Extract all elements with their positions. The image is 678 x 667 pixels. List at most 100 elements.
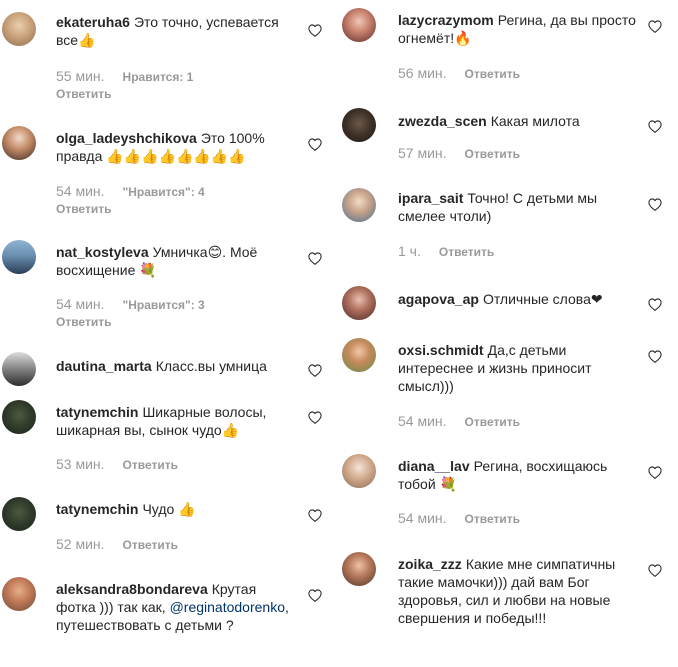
comment-item: tatynemchin Чудо 👍 52 мин. Ответить [0,497,332,557]
comment-meta: 52 мин. Ответить [56,536,322,554]
comments-column-left: ekateruha6 Это точно, успевается все👍 55 … [0,0,332,667]
comment-text: aleksandra8bondareva Крутая фотка ))) так… [56,580,298,634]
comment-item: zoika_zzz Какие мне симпатичны такие мамо… [340,552,678,652]
avatar[interactable] [342,8,376,42]
comment-username[interactable]: dautina_marta [56,358,152,374]
comment-text: nat_kostyleva Умничка😊. Моё восхищение 💐 [56,243,298,279]
comment-item: lazycrazymom Регина, да вы просто огнемёт… [340,8,678,88]
reply-link[interactable]: Ответить [465,67,520,81]
avatar[interactable] [2,126,36,160]
avatar[interactable] [342,286,376,320]
reply-link[interactable]: Ответить [123,458,178,472]
comment-meta: 56 мин. Ответить [398,65,668,83]
like-heart-icon[interactable] [648,466,662,479]
comment-meta: 1 ч. Ответить [398,243,668,261]
comment-text: ekateruha6 Это точно, успевается все👍 [56,13,298,49]
avatar[interactable] [2,400,36,434]
comment-item: ekateruha6 Это точно, успевается все👍 55 … [0,10,332,102]
reply-link[interactable]: Ответить [56,86,322,103]
reply-link[interactable]: Ответить [465,415,520,429]
comment-username[interactable]: lazycrazymom [398,12,494,28]
like-heart-icon[interactable] [308,252,322,265]
comment-meta: 54 мин. Ответить [398,413,668,431]
comment-item: tatynemchin Шикарные волосы, шикарная вы,… [0,400,332,476]
comment-username[interactable]: olga_ladeyshchikova [56,130,197,146]
avatar[interactable] [342,454,376,488]
reply-link[interactable]: Ответить [56,201,322,218]
comment-text: tatynemchin Шикарные волосы, шикарная вы,… [56,403,298,439]
reply-link[interactable]: Ответить [123,538,178,552]
comment-item: nat_kostyleva Умничка😊. Моё восхищение 💐 … [0,240,332,332]
comment-text: diana__lav Регина, восхищаюсь тобой 💐 [398,457,636,493]
comment-username[interactable]: aleksandra8bondareva [56,581,208,597]
avatar[interactable] [2,352,36,386]
comment-username[interactable]: oxsi.schmidt [398,342,484,358]
avatar[interactable] [342,188,376,222]
avatar[interactable] [2,497,36,531]
comment-username[interactable]: agapova_ap [398,291,479,307]
comment-username[interactable]: nat_kostyleva [56,244,149,260]
avatar[interactable] [342,552,376,586]
like-heart-icon[interactable] [648,298,662,311]
comment-username[interactable]: tatynemchin [56,404,138,420]
comment-time: 57 мин. [398,145,447,161]
mention-link[interactable]: @reginatodorenko [170,599,285,615]
comment-likes[interactable]: "Нравится": 4 [123,185,205,199]
like-heart-icon[interactable] [308,24,322,37]
avatar[interactable] [2,577,36,611]
comment-text: tatynemchin Чудо 👍 [56,500,298,518]
comment-item: ipara_sait Точно! С детьми мы смелее чтол… [340,186,678,266]
comment-time: 54 мин. [398,510,447,526]
comment-username[interactable]: tatynemchin [56,501,138,517]
comment-text: ipara_sait Точно! С детьми мы смелее чтол… [398,189,636,225]
like-heart-icon[interactable] [648,20,662,33]
comment-text: olga_ladeyshchikova Это 100% правда 👍👍👍👍👍… [56,129,298,165]
comment-likes[interactable]: Нравится: 1 [123,70,194,84]
comment-username[interactable]: diana__lav [398,458,470,474]
like-heart-icon[interactable] [648,564,662,577]
comment-time: 54 мин. [56,183,105,199]
like-heart-icon[interactable] [308,589,322,602]
reply-link[interactable]: Ответить [56,314,322,331]
reply-link[interactable]: Ответить [439,245,494,259]
like-heart-icon[interactable] [308,411,322,424]
avatar[interactable] [2,240,36,274]
avatar[interactable] [342,338,376,372]
comment-item: diana__lav Регина, восхищаюсь тобой 💐 54 … [340,454,678,534]
comment-meta: 53 мин. Ответить [56,456,322,474]
comment-text: lazycrazymom Регина, да вы просто огнемёт… [398,11,636,47]
reply-link[interactable]: Ответить [465,147,520,161]
comment-meta: 54 мин. "Нравится": 4 Ответить [56,183,322,218]
comments-column-right: lazycrazymom Регина, да вы просто огнемёт… [340,0,678,667]
comment-item: aleksandra8bondareva Крутая фотка ))) так… [0,577,332,667]
comment-text: zoika_zzz Какие мне симпатичны такие мамо… [398,555,636,627]
like-heart-icon[interactable] [308,509,322,522]
comment-likes[interactable]: "Нравится": 3 [123,298,205,312]
avatar[interactable] [2,12,36,46]
comment-body: Отличные слова❤ [482,291,603,307]
comment-time: 54 мин. [56,296,105,312]
comment-meta: 54 мин. "Нравится": 3 Ответить [56,296,322,331]
comment-body: Чудо 👍 [142,501,196,517]
comment-body: Какая милота [490,113,580,129]
like-heart-icon[interactable] [308,364,322,377]
comment-text: oxsi.schmidt Да,с детьми интереснее и жиз… [398,341,636,395]
comment-username[interactable]: zwezda_scen [398,113,487,129]
comment-item: oxsi.schmidt Да,с детьми интереснее и жиз… [340,338,678,438]
like-heart-icon[interactable] [648,198,662,211]
comment-username[interactable]: ekateruha6 [56,14,130,30]
reply-link[interactable]: Ответить [465,512,520,526]
comment-item: zwezda_scen Какая милота 57 мин. Ответить [340,108,678,168]
comment-body: Класс.вы умница [155,358,267,374]
avatar[interactable] [342,108,376,142]
like-heart-icon[interactable] [648,350,662,363]
comment-time: 56 мин. [398,65,447,81]
comment-username[interactable]: zoika_zzz [398,556,462,572]
comment-username[interactable]: ipara_sait [398,190,463,206]
comment-item: olga_ladeyshchikova Это 100% правда 👍👍👍👍👍… [0,126,332,218]
comment-time: 55 мин. [56,68,105,84]
like-heart-icon[interactable] [308,138,322,151]
like-heart-icon[interactable] [648,120,662,133]
comment-item: dautina_marta Класс.вы умница [0,352,332,388]
comment-item: agapova_ap Отличные слова❤ [340,286,678,322]
